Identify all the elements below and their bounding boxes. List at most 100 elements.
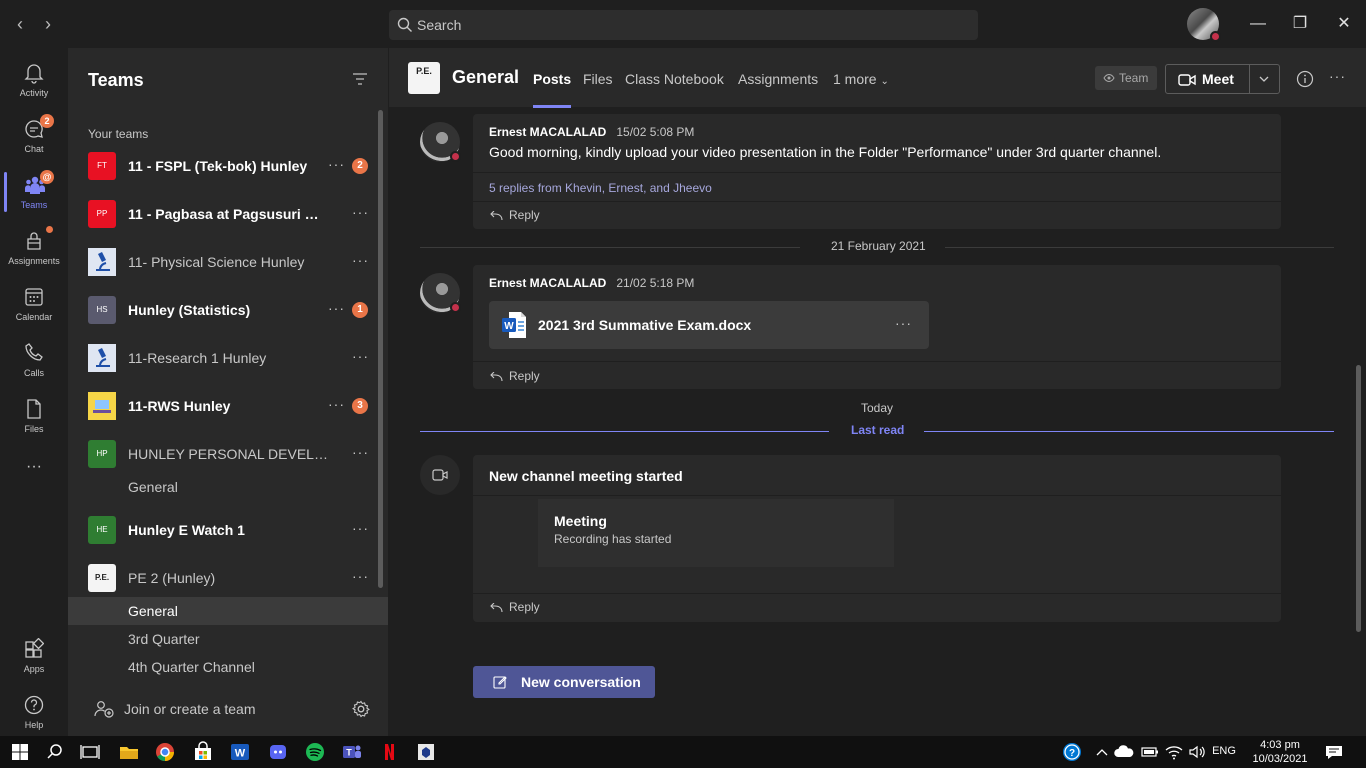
rail-apps[interactable]: Apps: [0, 630, 68, 686]
tab-more[interactable]: 1 more ⌄: [833, 71, 889, 87]
spotify-icon[interactable]: [303, 740, 327, 764]
word-icon[interactable]: W: [228, 740, 252, 764]
tab-posts[interactable]: Posts: [533, 71, 572, 108]
rail-label: Calls: [23, 368, 44, 378]
channel-item-selected[interactable]: General: [68, 597, 388, 625]
meet-button[interactable]: Meet: [1165, 64, 1280, 94]
profile-avatar[interactable]: [1187, 8, 1221, 42]
author-avatar[interactable]: [420, 273, 461, 313]
team-name: 11 - FSPL (Tek-bok) Hunley: [128, 158, 308, 174]
forward-arrow-icon[interactable]: ›: [38, 14, 58, 34]
info-icon[interactable]: [1296, 70, 1314, 88]
rail-label: Assignments: [8, 256, 60, 266]
your-teams-header: Your teams: [88, 127, 149, 141]
wifi-icon[interactable]: [1162, 740, 1186, 764]
rail-teams[interactable]: @ Teams: [0, 166, 68, 222]
svg-text:W: W: [504, 321, 514, 332]
team-button[interactable]: Team: [1095, 66, 1157, 90]
more-options-icon[interactable]: ···: [328, 300, 345, 316]
more-options-icon[interactable]: ···: [352, 252, 369, 268]
rail-help[interactable]: Help: [0, 686, 68, 742]
author-avatar[interactable]: [420, 122, 461, 162]
meeting-card[interactable]: Meeting Recording has started: [538, 499, 894, 567]
more-options-icon[interactable]: ···: [328, 396, 345, 412]
search-icon[interactable]: [43, 740, 67, 764]
rail-chat[interactable]: 2 Chat: [0, 110, 68, 166]
reply-button[interactable]: Reply: [489, 208, 540, 222]
file-more-icon[interactable]: ···: [895, 315, 912, 331]
assignments-dot: [46, 226, 53, 233]
clock[interactable]: 4:03 pm 10/03/2021: [1247, 738, 1313, 766]
reply-button[interactable]: Reply: [489, 369, 540, 383]
file-explorer-icon[interactable]: [117, 740, 141, 764]
more-options-icon[interactable]: ···: [328, 156, 345, 172]
rail-activity[interactable]: Activity: [0, 54, 68, 110]
tab-class-notebook[interactable]: Class Notebook: [625, 71, 724, 87]
gear-icon[interactable]: [352, 700, 370, 718]
feed-scrollbar[interactable]: [1356, 365, 1361, 632]
team-row[interactable]: 11-RWS Hunley ··· 3: [68, 386, 378, 426]
rail-label: Activity: [19, 88, 49, 98]
join-create-team[interactable]: Join or create a team: [68, 688, 388, 728]
minimize-icon[interactable]: —: [1246, 12, 1270, 36]
help-tray-icon[interactable]: ?: [1060, 740, 1084, 764]
more-options-icon[interactable]: ···: [352, 520, 369, 536]
rail-assignments[interactable]: Assignments: [0, 222, 68, 278]
battery-icon[interactable]: [1138, 740, 1162, 764]
pinned-app-icon[interactable]: [414, 740, 438, 764]
notifications-icon[interactable]: [1322, 740, 1346, 764]
more-options-icon[interactable]: ···: [352, 348, 369, 364]
reply-label: Reply: [509, 208, 540, 222]
unread-badge: 1: [352, 302, 368, 318]
tab-assignments[interactable]: Assignments: [738, 71, 818, 87]
channel-item[interactable]: 3rd Quarter: [68, 625, 388, 653]
more-options-icon[interactable]: ···: [352, 204, 369, 220]
more-options-icon[interactable]: ···: [1329, 68, 1346, 84]
channel-item[interactable]: 4th Quarter Channel: [68, 653, 388, 681]
close-icon[interactable]: ✕: [1332, 12, 1356, 36]
search-input[interactable]: [417, 10, 957, 40]
discord-icon[interactable]: [266, 740, 290, 764]
channel-item[interactable]: General: [68, 473, 388, 501]
chrome-icon[interactable]: [153, 740, 177, 764]
store-icon[interactable]: [191, 740, 215, 764]
maximize-icon[interactable]: ❐: [1288, 12, 1312, 36]
filter-icon[interactable]: [352, 72, 368, 86]
separator-line: [945, 247, 1334, 248]
search-box[interactable]: [389, 10, 978, 40]
teams-taskbar-icon[interactable]: T: [340, 740, 364, 764]
unread-badge: 2: [352, 158, 368, 174]
chevron-up-icon[interactable]: [1090, 740, 1114, 764]
language-indicator[interactable]: ENG: [1208, 745, 1240, 757]
volume-icon[interactable]: [1185, 740, 1209, 764]
new-conversation-button[interactable]: New conversation: [473, 666, 655, 698]
team-row[interactable]: P.E. PE 2 (Hunley) ···: [68, 558, 378, 598]
teams-scrollbar[interactable]: [378, 110, 383, 588]
windows-start-icon[interactable]: [8, 740, 32, 764]
reply-button[interactable]: Reply: [489, 600, 540, 614]
replies-link[interactable]: 5 replies from Khevin, Ernest, and Jheev…: [489, 181, 712, 195]
team-row[interactable]: FT 11 - FSPL (Tek-bok) Hunley ··· 2: [68, 146, 378, 186]
back-arrow-icon[interactable]: ‹: [10, 14, 30, 34]
teams-app: ‹ › — ❐ ✕ Activity 2 Chat @ Teams Assig: [0, 0, 1366, 736]
rail-calls[interactable]: Calls: [0, 334, 68, 390]
team-row[interactable]: HS Hunley (Statistics) ··· 1: [68, 290, 378, 330]
task-view-icon[interactable]: [78, 740, 102, 764]
team-row[interactable]: 11-Research 1 Hunley ···: [68, 338, 378, 378]
more-options-icon[interactable]: ···: [352, 444, 369, 460]
svg-text:W: W: [235, 748, 246, 760]
more-options-icon[interactable]: ···: [352, 568, 369, 584]
tab-files[interactable]: Files: [583, 71, 613, 87]
file-attachment[interactable]: W 2021 3rd Summative Exam.docx ···: [489, 301, 929, 349]
microscope-icon: [88, 344, 116, 372]
onedrive-icon[interactable]: [1112, 740, 1136, 764]
rail-more-icon[interactable]: ···: [0, 452, 68, 482]
team-row[interactable]: HE Hunley E Watch 1 ···: [68, 510, 378, 550]
rail-calendar[interactable]: Calendar: [0, 278, 68, 334]
team-row[interactable]: HP HUNLEY PERSONAL DEVELOP... ···: [68, 434, 378, 474]
rail-files[interactable]: Files: [0, 390, 68, 446]
netflix-icon[interactable]: [377, 740, 401, 764]
team-row[interactable]: 11- Physical Science Hunley ···: [68, 242, 378, 282]
chevron-down-icon[interactable]: [1258, 74, 1270, 84]
team-row[interactable]: PP 11 - Pagbasa at Pagsusuri Hu... ···: [68, 194, 378, 234]
